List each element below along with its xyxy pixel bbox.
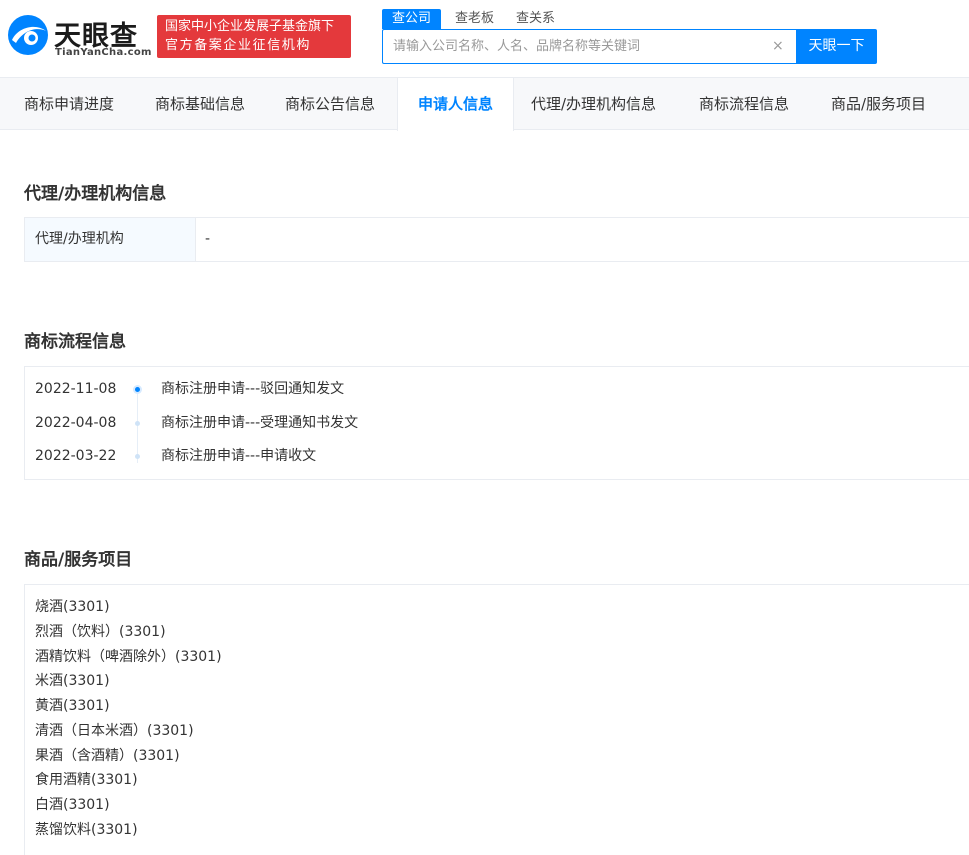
agent-section-title: 代理/办理机构信息 [24,184,167,204]
goods-list: 烧酒(3301) 烈酒（饮料）(3301) 酒精饮料（啤酒除外）(3301) 米… [24,584,969,855]
timeline-item: 2022-04-08 商标注册申请---受理通知书发文 [25,411,965,435]
search-box: × [382,29,798,64]
search-button[interactable]: 天眼一下 [796,29,877,64]
agent-table: 代理/办理机构 - [24,217,969,262]
search-tab-relation[interactable]: 查关系 [516,9,555,29]
goods-item: 白酒(3301) [35,797,110,813]
timeline-dot-icon [135,421,140,426]
goods-item: 果酒（含酒精）(3301) [35,748,180,764]
timeline-item: 2022-11-08 商标注册申请---驳回通知发文 [25,377,965,401]
timeline-text: 商标注册申请---驳回通知发文 [161,381,345,397]
search-tab-boss[interactable]: 查老板 [455,9,494,29]
site-header: 天眼查 TianYanCha.com 国家中小企业发展子基金旗下 官方备案企业征… [0,0,969,78]
clear-icon[interactable]: × [772,38,784,54]
timeline-text: 商标注册申请---受理通知书发文 [161,415,359,431]
goods-item: 烈酒（饮料）(3301) [35,624,166,640]
tab-agent-info[interactable]: 代理/办理机构信息 [531,78,656,130]
tab-basic-info[interactable]: 商标基础信息 [155,78,245,130]
goods-item: 食用酒精(3301) [35,772,138,788]
badge-line-2: 官方备案企业征信机构 [165,38,312,53]
badge-line-1: 国家中小企业发展子基金旗下 [165,19,335,34]
tab-process-info[interactable]: 商标流程信息 [699,78,789,130]
tab-application-progress[interactable]: 商标申请进度 [24,78,114,130]
agent-label: 代理/办理机构 [25,218,196,261]
search-tab-company[interactable]: 查公司 [382,9,442,29]
site-logo[interactable]: 天眼查 TianYanCha.com [6,13,151,59]
goods-item: 米酒(3301) [35,673,110,689]
timeline-date: 2022-04-08 [35,415,117,431]
tianyancha-logo-icon [8,15,48,55]
brand-domain: TianYanCha.com [55,47,152,58]
tab-applicant-info[interactable]: 申请人信息 [397,78,514,131]
timeline-text: 商标注册申请---申请收文 [161,448,317,464]
goods-item: 烧酒(3301) [35,599,110,615]
goods-section-title: 商品/服务项目 [24,550,133,570]
goods-item: 酒精饮料（啤酒除外）(3301) [35,649,222,665]
detail-tabs: 商标申请进度 商标基础信息 商标公告信息 申请人信息 代理/办理机构信息 商标流… [0,78,969,131]
timeline-dot-icon [135,454,140,459]
timeline-date: 2022-03-22 [35,448,117,464]
flow-timeline: 2022-11-08 商标注册申请---驳回通知发文 2022-04-08 商标… [24,366,969,480]
certification-badge: 国家中小企业发展子基金旗下 官方备案企业征信机构 [157,15,351,58]
tab-goods-services[interactable]: 商品/服务项目 [831,78,926,130]
goods-item: 蒸馏饮料(3301) [35,822,138,838]
search-input[interactable] [393,30,763,63]
timeline-dot-icon [135,387,140,392]
goods-item: 清酒（日本米酒）(3301) [35,723,194,739]
flow-section-title: 商标流程信息 [24,332,126,352]
goods-item: 黄酒(3301) [35,698,110,714]
timeline-date: 2022-11-08 [35,381,117,397]
agent-value: - [205,231,211,247]
timeline-item: 2022-03-22 商标注册申请---申请收文 [25,444,965,468]
tab-announcement-info[interactable]: 商标公告信息 [285,78,375,130]
